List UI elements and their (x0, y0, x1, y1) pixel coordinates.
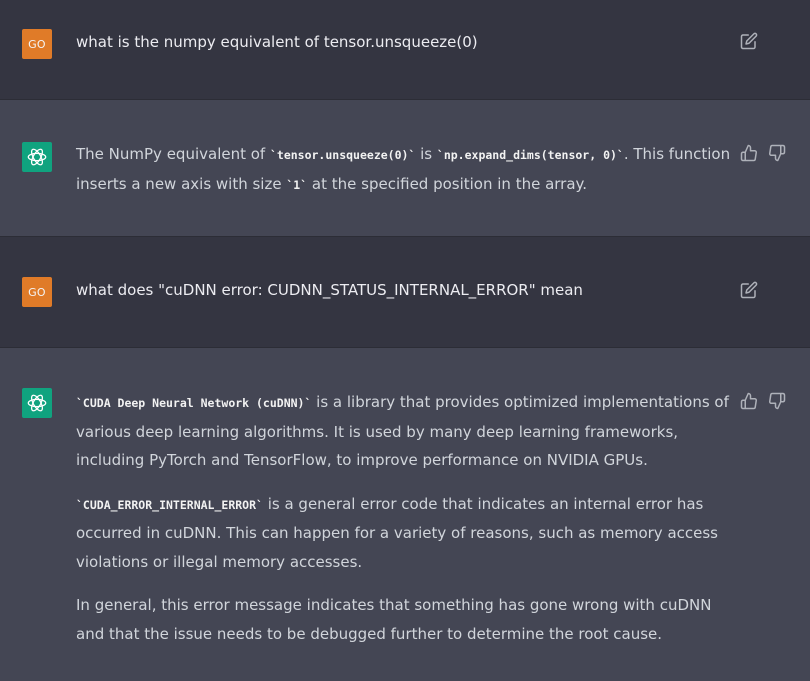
user-avatar: GO (22, 29, 52, 59)
user-message-text: what is the numpy equivalent of tensor.u… (76, 28, 736, 57)
inline-code: `CUDA Deep Neural Network (cuDNN)` (76, 396, 312, 410)
inline-code: `np.expand_dims(tensor, 0)` (436, 148, 624, 162)
chatgpt-avatar (22, 388, 52, 418)
user-message-text: what does "cuDNN error: CUDNN_STATUS_INT… (76, 276, 736, 305)
text-run: In general, this error message indicates… (76, 596, 712, 643)
text-run: The NumPy equivalent of (76, 145, 270, 163)
assistant-message-2: `CUDA Deep Neural Network (cuDNN)` is a … (0, 348, 810, 681)
chatgpt-avatar (22, 142, 52, 172)
assistant-paragraph: In general, this error message indicates… (76, 591, 736, 648)
assistant-message-text: `CUDA Deep Neural Network (cuDNN)` is a … (76, 388, 736, 648)
user-message-2: GO what does "cuDNN error: CUDNN_STATUS_… (0, 237, 810, 347)
chatgpt-logo-icon (27, 394, 47, 412)
chatgpt-logo-icon (27, 148, 47, 166)
thumbs-up-icon[interactable] (740, 392, 758, 410)
user-avatar-label: GO (28, 37, 46, 51)
thumbs-down-icon[interactable] (768, 392, 786, 410)
user-avatar: GO (22, 277, 52, 307)
assistant-message-text: The NumPy equivalent of `tensor.unsqueez… (76, 140, 736, 199)
edit-icon[interactable] (740, 281, 758, 299)
text-run: is (415, 145, 437, 163)
assistant-paragraph: `CUDA_ERROR_INTERNAL_ERROR` is a general… (76, 490, 736, 577)
user-message-paragraph: what does "cuDNN error: CUDNN_STATUS_INT… (76, 281, 583, 299)
inline-code: `tensor.unsqueeze(0)` (269, 148, 416, 162)
assistant-paragraph: `CUDA Deep Neural Network (cuDNN)` is a … (76, 388, 736, 475)
thumbs-down-icon[interactable] (768, 144, 786, 162)
user-avatar-label: GO (28, 285, 46, 299)
text-run: at the specified position in the array. (307, 174, 588, 193)
assistant-message-1: The NumPy equivalent of `tensor.unsqueez… (0, 100, 810, 236)
user-message-paragraph: what is the numpy equivalent of tensor.u… (76, 33, 478, 51)
assistant-paragraph: The NumPy equivalent of `tensor.unsqueez… (76, 140, 736, 199)
thumbs-up-icon[interactable] (740, 144, 758, 162)
inline-code: `CUDA_ERROR_INTERNAL_ERROR` (76, 497, 263, 512)
user-message-1: GO what is the numpy equivalent of tenso… (0, 0, 810, 99)
inline-code: `1` (286, 177, 308, 192)
edit-icon[interactable] (740, 32, 758, 50)
